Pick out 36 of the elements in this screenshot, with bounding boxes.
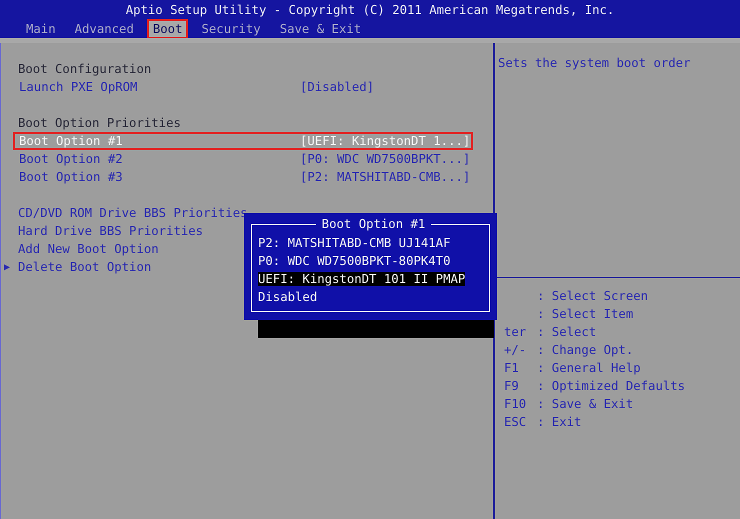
key-label: F9 [504,379,519,393]
menu-item[interactable]: Add New Boot Option [18,242,159,256]
menu-tab[interactable]: Advanced [68,19,140,39]
menu-tab[interactable]: Boot [146,19,188,39]
window-title: Aptio Setup Utility - Copyright (C) 2011 American Megatrends, Inc. [126,3,614,17]
menu-tab[interactable]: Main [20,19,62,39]
menu-item[interactable]: Delete Boot Option [18,260,152,274]
popup-option[interactable]: UEFI: KingstonDT 101 II PMAP [258,272,466,286]
menu-item[interactable]: Hard Drive BBS Priorities [18,224,204,238]
menu-item[interactable]: CD/DVD ROM Drive BBS Priorities [18,206,248,220]
key-description: : Optimized Defaults [537,379,686,393]
key-description: : Select [537,325,596,339]
popup-option[interactable]: Disabled [258,290,318,304]
boot-setting-row[interactable]: Boot Option #3 [P2: MATSHITABD-CMB...] [13,168,473,186]
key-label: ESC [504,415,526,429]
popup-option[interactable]: P0: WDC WD7500BPKT-80PK4T0 [258,254,450,268]
key-label: F1 [504,361,519,375]
key-description: : Exit [537,415,582,429]
boot-setting-row[interactable]: Launch PXE OpROM [Disabled] [13,78,473,96]
menu-tab[interactable]: Security [195,19,267,39]
section-heading: Boot Option Priorities [18,116,181,130]
key-description: : Save & Exit [537,397,634,411]
submenu-arrow-icon: ▶ [4,262,18,272]
key-description: : Select Item [537,307,634,321]
popup-option[interactable]: P2: MATSHITABD-CMB UJ141AF [258,236,450,250]
key-label: F10 [504,397,526,411]
key-description: : Select Screen [537,289,648,303]
menu-tab[interactable]: Save & Exit [274,19,368,39]
key-description: : General Help [537,361,641,375]
key-description: : Change Opt. [537,343,634,357]
key-label: ter [504,325,526,339]
section-heading: Boot Configuration [18,62,152,76]
key-label: +/- [504,343,526,357]
popup-title: Boot Option #1 [316,217,432,231]
boot-setting-row[interactable]: Boot Option #2 [P0: WDC WD7500BPKT...] [13,150,473,168]
help-description: Sets the system boot order [498,56,690,70]
